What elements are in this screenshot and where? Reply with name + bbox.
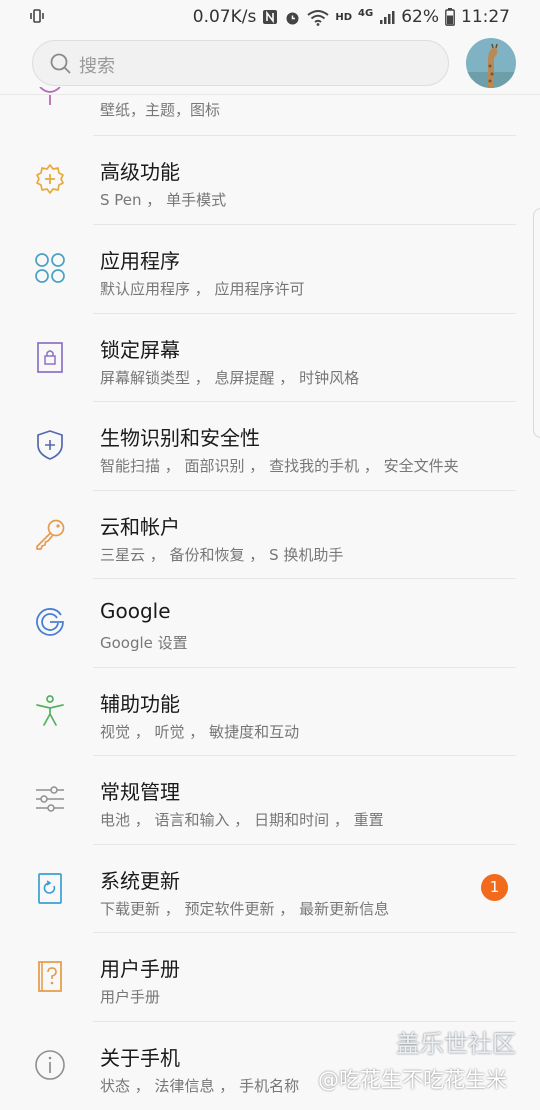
accessibility-icon [36, 695, 64, 726]
watermark-author: @吃花生不吃花生米 [318, 1068, 507, 1092]
list-item-title: 系统更新 [100, 869, 180, 893]
list-item-subtitle: 三星云 ， 备份和恢复 ， S 换机助手 [100, 546, 344, 564]
edge-panel-handle[interactable] [533, 208, 540, 438]
vibrate-icon [30, 9, 44, 23]
giraffe-avatar-image [466, 38, 516, 88]
battery-percent: 62% [401, 7, 439, 27]
apps-grid-icon [35, 253, 65, 283]
search-bar[interactable]: 搜索 [32, 40, 449, 86]
info-icon [35, 1050, 65, 1080]
list-item-subtitle: 电池 ， 语言和输入 ， 日期和时间 ， 重置 [100, 811, 384, 829]
nfc-icon [263, 10, 278, 24]
battery-icon [445, 8, 455, 26]
list-item-title: 辅助功能 [100, 692, 180, 716]
avatar[interactable] [466, 38, 516, 88]
settings-header: 搜索 [0, 34, 540, 95]
list-item-subtitle: 智能扫描 ， 面部识别 ， 查找我的手机 ， 安全文件夹 [100, 457, 459, 475]
list-item-lock-screen[interactable]: 锁定屏幕 屏幕解锁类型 ， 息屏提醒 ， 时钟风格 [0, 314, 540, 402]
signal-icon [380, 11, 395, 24]
list-item-title: 高级功能 [100, 160, 180, 184]
plus-cog-icon [36, 164, 64, 194]
wifi-icon [307, 9, 329, 26]
list-item-title: 用户手册 [100, 957, 180, 981]
list-item-subtitle: 状态 ， 法律信息 ， 手机名称 [100, 1077, 300, 1095]
list-item-general-management[interactable]: 常规管理 电池 ， 语言和输入 ， 日期和时间 ， 重置 [0, 756, 540, 844]
list-item-cloud-accounts[interactable]: 云和帐户 三星云 ， 备份和恢复 ， S 换机助手 [0, 491, 540, 579]
hd-indicator: HD [335, 11, 353, 23]
list-item-apps[interactable]: 应用程序 默认应用程序 ， 应用程序许可 [0, 225, 540, 313]
search-icon [50, 53, 71, 74]
list-item-subtitle: 下载更新 ， 预定软件更新 ， 最新更新信息 [100, 900, 390, 918]
list-item-subtitle: 壁纸，主题，图标 [100, 101, 221, 119]
shield-icon [37, 430, 63, 460]
system-update-icon [38, 873, 62, 904]
list-item-wallpaper-themes[interactable]: 壁纸，主题，图标 [0, 87, 540, 136]
list-item-subtitle: 视觉 ， 听觉 ， 敏捷度和互动 [100, 723, 300, 741]
list-item-system-update[interactable]: 系统更新 下载更新 ， 预定软件更新 ， 最新更新信息 [0, 845, 540, 933]
key-icon [36, 519, 65, 550]
list-item-biometrics-security[interactable]: 生物识别和安全性 智能扫描 ， 面部识别 ， 查找我的手机 ， 安全文件夹 [0, 402, 540, 490]
list-item-user-manual[interactable]: 用户手册 用户手册 [0, 933, 540, 1021]
alarm-icon [286, 12, 299, 24]
list-item-subtitle: S Pen ， 单手模式 [100, 191, 227, 209]
list-item-subtitle: 屏幕解锁类型 ， 息屏提醒 ， 时钟风格 [100, 369, 360, 387]
list-item-subtitle: 默认应用程序 ， 应用程序许可 [100, 280, 305, 298]
watermark-community: 盖乐世社区 [396, 1030, 516, 1058]
list-item-title: 关于手机 [100, 1046, 180, 1070]
list-item-title: 云和帐户 [100, 515, 180, 539]
list-item-google[interactable]: Google Google 设置 [0, 579, 540, 667]
list-item-advanced-features[interactable]: 高级功能 S Pen ， 单手模式 [0, 136, 540, 224]
list-item-subtitle: Google 设置 [100, 634, 188, 652]
network-type: 4G [358, 7, 374, 19]
list-item-accessibility[interactable]: 辅助功能 视觉 ， 听觉 ， 敏捷度和互动 [0, 668, 540, 756]
user-manual-icon [38, 961, 62, 992]
lock-screen-icon [37, 342, 63, 373]
search-placeholder: 搜索 [79, 56, 115, 77]
update-count-badge: 1 [481, 874, 508, 901]
list-item-title: 常规管理 [100, 780, 180, 804]
clock: 11:27 [461, 7, 510, 27]
theme-brush-icon [39, 87, 61, 105]
list-item-subtitle: 用户手册 [100, 988, 161, 1006]
status-bar: 0.07K/s HD 4G 62% 11:27 [0, 0, 540, 34]
list-item-title: 锁定屏幕 [100, 338, 180, 362]
google-icon [36, 608, 64, 636]
list-item-title: 应用程序 [100, 249, 180, 273]
list-item-title: Google [100, 599, 171, 623]
sliders-icon [36, 786, 64, 812]
network-speed: 0.07K/s [192, 7, 257, 27]
list-item-title: 生物识别和安全性 [100, 426, 260, 450]
